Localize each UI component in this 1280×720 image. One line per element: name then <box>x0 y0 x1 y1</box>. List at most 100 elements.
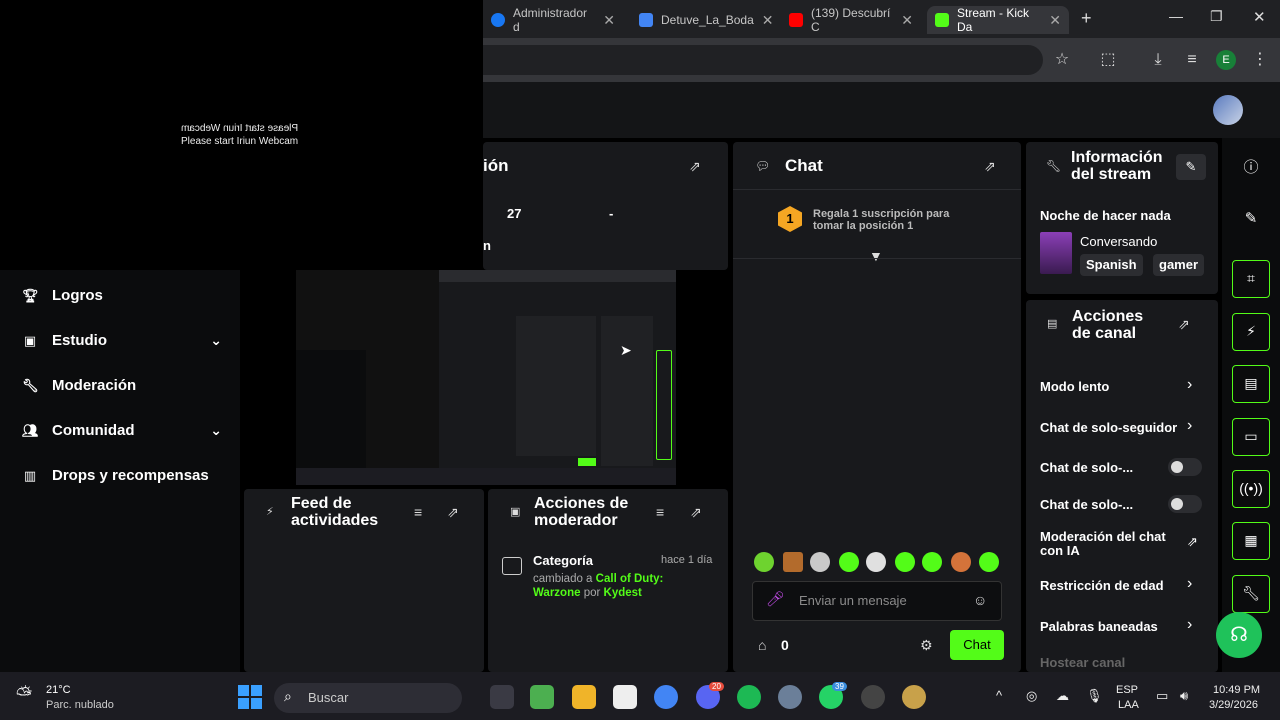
tab-detuve[interactable]: Detuve_La_Boda ✕ <box>631 6 774 34</box>
emote-icon[interactable] <box>754 552 774 572</box>
action-age-restriction[interactable]: Restricción de edad <box>1040 578 1164 593</box>
collapse-pinned-icon[interactable]: ▼ <box>869 248 883 264</box>
onedrive-icon[interactable]: ☁ <box>1056 688 1069 704</box>
microphone-icon[interactable]: 🎤︎ <box>766 590 785 608</box>
language-indicator-sub[interactable]: LAA <box>1118 699 1139 711</box>
chevron-right-icon[interactable]: › <box>1187 616 1192 634</box>
gear-icon[interactable]: ⚙ <box>920 637 933 654</box>
app-icon[interactable] <box>902 685 926 709</box>
minecraft-icon[interactable] <box>530 685 554 709</box>
sub-only-toggle[interactable] <box>1168 458 1202 476</box>
gift-prompt-text[interactable]: Regala 1 suscripción para tomar la posic… <box>813 208 963 232</box>
store-icon[interactable]: ⌂ <box>758 637 766 653</box>
user-avatar[interactable] <box>1213 95 1243 125</box>
popout-icon[interactable]: ⇗ <box>690 504 702 521</box>
emote-icon[interactable] <box>810 552 830 572</box>
emote-icon[interactable] <box>979 552 999 572</box>
chevron-down-icon[interactable]: ⌄ <box>210 422 222 439</box>
volume-icon[interactable]: 🔊︎ <box>1180 688 1188 704</box>
sidebar-item-moderacion[interactable]: 🔧︎ Moderación <box>22 377 222 394</box>
chevron-right-icon[interactable]: › <box>1187 417 1192 435</box>
sidebar-item-comunidad[interactable]: 👥︎ Comunidad ⌄ <box>22 422 222 439</box>
chrome-icon[interactable] <box>654 685 678 709</box>
emote-icon[interactable] <box>922 552 942 572</box>
close-icon[interactable]: ✕ <box>901 12 913 29</box>
spotify-icon[interactable] <box>737 685 761 709</box>
window-close-button[interactable]: ✕ <box>1253 8 1266 26</box>
edit-stream-button[interactable]: ✎ <box>1176 154 1206 180</box>
popout-icon[interactable]: ⇗ <box>447 504 459 521</box>
file-explorer-icon[interactable] <box>572 685 596 709</box>
weather-icon[interactable]: ⛅︎ <box>16 684 32 707</box>
clock-time[interactable]: 10:49 PM <box>1213 684 1260 696</box>
send-chat-button[interactable]: Chat <box>950 630 1004 660</box>
info-icon[interactable]: ⓘ <box>1240 156 1262 177</box>
action-ai-moderation[interactable]: Moderación del chat con IA <box>1040 530 1166 558</box>
language-indicator[interactable]: ESP <box>1116 684 1138 696</box>
document-icon[interactable]: ▤ <box>1232 365 1270 403</box>
network-icon[interactable]: ▭ <box>1156 688 1168 704</box>
sidebar-item-estudio[interactable]: ▣ Estudio ⌄ <box>22 332 222 349</box>
download-icon[interactable]: ⤓ <box>1148 50 1168 70</box>
sidebar-item-logros[interactable]: 🏆︎ Logros <box>22 287 222 304</box>
emote-icon[interactable] <box>839 552 859 572</box>
action-followers-only[interactable]: Chat de solo-seguidor <box>1040 420 1180 435</box>
emote-icon[interactable] <box>783 552 803 572</box>
popout-icon[interactable]: ⇗ <box>1178 316 1190 333</box>
capture-icon[interactable]: ⌗ <box>1232 260 1270 298</box>
emote-only-toggle[interactable] <box>1168 495 1202 513</box>
popout-icon[interactable]: ⇗ <box>984 158 996 175</box>
layout-icon[interactable]: ▦ <box>1232 522 1270 560</box>
stream-tag[interactable]: Spanish <box>1080 254 1143 276</box>
bookmark-star-icon[interactable]: ☆ <box>1052 50 1072 70</box>
sidebar-item-drops[interactable]: ▥ Drops y recompensas <box>22 467 222 484</box>
chevron-down-icon[interactable]: ⌄ <box>210 332 222 349</box>
emote-icon[interactable] <box>866 552 886 572</box>
minimize-button[interactable]: — <box>1169 8 1183 24</box>
weather-desc[interactable]: Parc. nublado <box>46 699 114 711</box>
taskbar-search[interactable]: Buscar <box>274 683 462 713</box>
broadcast-icon[interactable]: ((•)) <box>1232 470 1270 508</box>
profile-avatar[interactable]: E <box>1216 50 1236 70</box>
lightning-icon[interactable]: ⚡︎ <box>1232 313 1270 351</box>
capcut-icon[interactable] <box>613 685 637 709</box>
edit-icon[interactable]: ✎ <box>1240 209 1262 227</box>
weather-temp[interactable]: 21°C <box>46 684 71 696</box>
action-modo-lento[interactable]: Modo lento <box>1040 379 1109 394</box>
filter-icon[interactable]: ≡ <box>656 504 664 520</box>
media-control-icon[interactable]: ≡ <box>1182 50 1202 70</box>
emote-icon[interactable] <box>895 552 915 572</box>
tab-youtube[interactable]: (139) Descubrí C ✕ <box>781 6 921 34</box>
chevron-right-icon[interactable]: › <box>1187 376 1192 394</box>
tray-overflow-icon[interactable]: ^ <box>996 688 1002 703</box>
popout-icon[interactable]: ⇗ <box>689 158 701 175</box>
chevron-right-icon[interactable]: › <box>1187 575 1192 593</box>
mod-entry-user-link[interactable]: Kydest <box>604 587 642 599</box>
address-bar[interactable] <box>483 45 1043 75</box>
extensions-icon[interactable]: ⬚ <box>1098 50 1118 70</box>
filter-icon[interactable]: ≡ <box>414 504 422 520</box>
obs-icon[interactable] <box>861 685 885 709</box>
tray-app-icon[interactable]: ◎ <box>1026 688 1037 704</box>
mic-tray-icon[interactable]: 🎙︎ <box>1086 688 1103 704</box>
wrench-icon[interactable]: 🔧︎ <box>1232 575 1270 613</box>
clock-date[interactable]: 3/29/2026 <box>1209 699 1258 711</box>
chat-message-input[interactable]: Enviar un mensaje <box>752 581 1002 621</box>
action-host-channel[interactable]: Hostear canal <box>1040 655 1125 670</box>
close-icon[interactable]: ✕ <box>603 12 615 29</box>
tab-kick-stream[interactable]: Stream - Kick Da ✕ <box>927 6 1069 34</box>
windows-start-icon[interactable] <box>238 685 262 709</box>
maximize-button[interactable]: ❐ <box>1210 8 1223 25</box>
close-icon[interactable]: ✕ <box>1049 12 1061 29</box>
stream-preview[interactable]: ➤ <box>296 270 676 485</box>
emoji-icon[interactable]: ☺ <box>973 592 987 608</box>
close-icon[interactable]: ✕ <box>762 12 774 29</box>
chat-icon[interactable]: ▭ <box>1232 418 1270 456</box>
new-tab-button[interactable]: + <box>1081 8 1092 29</box>
stream-category[interactable]: Conversando <box>1080 234 1157 249</box>
external-link-icon[interactable]: ⇗ <box>1187 534 1198 550</box>
settings-icon[interactable] <box>778 685 802 709</box>
browser-menu-icon[interactable]: ⋮ <box>1250 50 1270 70</box>
emote-icon[interactable] <box>951 552 971 572</box>
stream-tag[interactable]: gamer <box>1153 254 1205 276</box>
